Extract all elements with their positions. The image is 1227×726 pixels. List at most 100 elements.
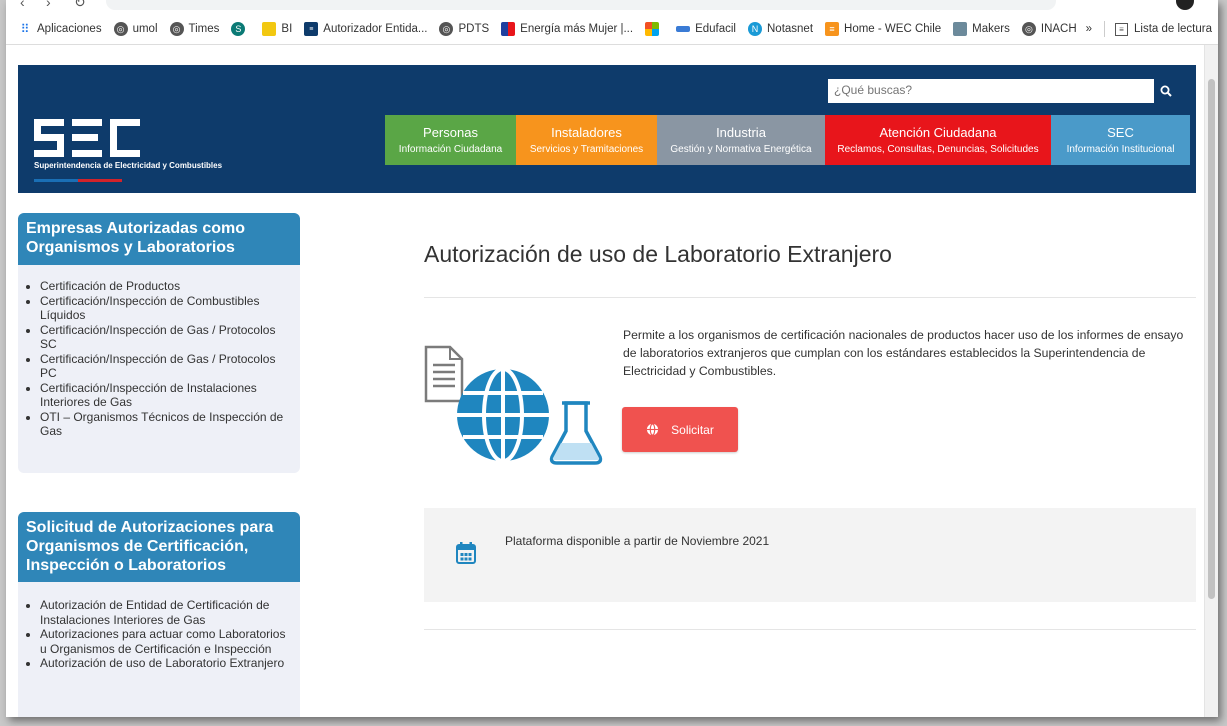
search-box bbox=[828, 79, 1174, 103]
bookmark-makers[interactable]: Makers bbox=[953, 22, 1010, 36]
wec-icon: ≡ bbox=[825, 22, 840, 36]
sidebar-link[interactable]: Autorizaciones para actuar como Laborato… bbox=[40, 627, 292, 656]
nav-title: Atención Ciudadana bbox=[879, 125, 997, 140]
address-bar[interactable] bbox=[106, 0, 1056, 10]
microsoft-icon bbox=[645, 22, 660, 36]
bookmark-label: PDTS bbox=[458, 23, 490, 35]
bookmark-wec[interactable]: ≡ Home - WEC Chile bbox=[825, 22, 941, 36]
globe-icon: ◎ bbox=[169, 22, 184, 36]
sidebar-list: Certificación de Productos Certificación… bbox=[18, 279, 300, 439]
sidebar-title: Empresas Autorizadas como Organismos y L… bbox=[18, 213, 300, 265]
apps-grid-icon: ⠿ bbox=[20, 22, 30, 36]
nav-title: SEC bbox=[1107, 125, 1134, 140]
sidebar-link[interactable]: Certificación/Inspección de Gas / Protoc… bbox=[40, 352, 292, 381]
description-text: Permite a los organismos de certificació… bbox=[623, 328, 1184, 378]
nav-subtitle: Gestión y Normativa Energética bbox=[670, 144, 812, 155]
nav-instaladores[interactable]: Instaladores Servicios y Tramitaciones bbox=[516, 115, 657, 165]
divider bbox=[1104, 21, 1105, 37]
sidebar-link[interactable]: OTI – Organismos Técnicos de Inspección … bbox=[40, 410, 292, 439]
globe-icon bbox=[457, 367, 549, 463]
lab-illustration bbox=[424, 345, 603, 465]
nav-industria[interactable]: Industria Gestión y Normativa Energética bbox=[657, 115, 825, 165]
nav-title: Instaladores bbox=[551, 125, 622, 140]
browser-toolbar: ‹ › ↻ bbox=[6, 0, 1218, 14]
scrollbar-thumb[interactable] bbox=[1208, 79, 1215, 599]
back-icon[interactable]: ‹ bbox=[20, 0, 25, 10]
reading-list-button[interactable]: Lista de lectura bbox=[1134, 23, 1212, 35]
sec-logo-icon: ≡ bbox=[304, 22, 319, 36]
reading-list-icon: ≡ bbox=[1115, 22, 1128, 36]
page-title: Autorización de uso de Laboratorio Extra… bbox=[424, 241, 892, 267]
solicitar-button[interactable]: Solicitar bbox=[622, 407, 738, 452]
sidebar-title: Solicitud de Autorizaciones para Organis… bbox=[18, 512, 300, 582]
divider bbox=[424, 297, 1196, 298]
bookmark-label: Home - WEC Chile bbox=[844, 23, 942, 35]
nav-subtitle: Servicios y Tramitaciones bbox=[529, 144, 644, 155]
reload-icon[interactable]: ↻ bbox=[74, 0, 86, 11]
nav-subtitle: Información Institucional bbox=[1066, 144, 1175, 155]
sidebar-link[interactable]: Certificación/Inspección de Combustibles… bbox=[40, 294, 292, 323]
page-scrollbar[interactable] bbox=[1204, 45, 1218, 717]
search-icon bbox=[1160, 85, 1172, 97]
nav-atencion-ciudadana[interactable]: Atención Ciudadana Reclamos, Consultas, … bbox=[825, 115, 1051, 165]
edufacil-icon bbox=[676, 26, 691, 32]
logo-accent-red bbox=[78, 179, 122, 182]
sidebar-link[interactable]: Certificación/Inspección de Instalacione… bbox=[40, 381, 292, 410]
flask-icon bbox=[549, 401, 603, 465]
more-bookmarks-button[interactable]: » bbox=[1086, 23, 1092, 35]
bookmarks-right: » ≡ Lista de lectura bbox=[1086, 14, 1212, 44]
globe-icon: ◎ bbox=[1021, 22, 1036, 36]
bookmark-edufacil[interactable]: Edufacil bbox=[676, 23, 736, 35]
bookmark-inach[interactable]: ◎ INACH bbox=[1021, 22, 1077, 36]
web-page: Superintendencia de Electricidad y Combu… bbox=[6, 45, 1205, 717]
bookmark-umol[interactable]: ◎ umol bbox=[113, 22, 158, 36]
solicitar-label: Solicitar bbox=[671, 422, 714, 437]
bookmark-microsoft[interactable] bbox=[645, 22, 664, 36]
makers-icon bbox=[953, 22, 968, 36]
sidebar-link[interactable]: Autorización de Entidad de Certificación… bbox=[40, 598, 292, 627]
nav-sec[interactable]: SEC Información Institucional bbox=[1051, 115, 1190, 165]
globe-icon: ◎ bbox=[113, 22, 128, 36]
profile-avatar[interactable] bbox=[1176, 0, 1194, 10]
bookmark-label: Autorizador Entida... bbox=[323, 23, 428, 35]
flag-icon bbox=[501, 22, 516, 36]
nav-subtitle: Reclamos, Consultas, Denuncias, Solicitu… bbox=[837, 144, 1039, 155]
bookmark-energia[interactable]: Energía más Mujer |... bbox=[501, 22, 633, 36]
bookmark-notasnet[interactable]: N Notasnet bbox=[748, 22, 813, 36]
sharepoint-icon: S bbox=[231, 22, 246, 36]
search-input[interactable] bbox=[828, 79, 1160, 101]
globe-icon: ◎ bbox=[439, 22, 454, 36]
forward-icon[interactable]: › bbox=[46, 0, 51, 10]
bookmark-label: Energía más Mujer |... bbox=[520, 23, 634, 35]
document-icon bbox=[424, 345, 464, 403]
bookmark-label: Edufacil bbox=[695, 23, 736, 35]
bookmark-pdts[interactable]: ◎ PDTS bbox=[439, 22, 489, 36]
nav-subtitle: Información Ciudadana bbox=[398, 144, 503, 155]
search-button[interactable] bbox=[1154, 78, 1178, 104]
bookmark-sharepoint[interactable]: S bbox=[231, 22, 250, 36]
calendar-icon bbox=[456, 542, 476, 564]
nav-personas[interactable]: Personas Información Ciudadana bbox=[385, 115, 516, 165]
powerbi-icon bbox=[262, 22, 277, 36]
sec-logo-mark bbox=[34, 119, 140, 157]
divider bbox=[424, 629, 1196, 630]
bookmark-label: Aplicaciones bbox=[37, 23, 102, 35]
logo-accent-blue bbox=[34, 179, 78, 182]
availability-box: Plataforma disponible a partir de Noviem… bbox=[424, 508, 1196, 602]
bookmark-label: Times bbox=[188, 23, 220, 35]
bookmark-label: Makers bbox=[972, 23, 1010, 35]
bookmark-label: BI bbox=[281, 23, 293, 35]
sidebar-link[interactable]: Autorización de uso de Laboratorio Extra… bbox=[40, 656, 292, 671]
sidebar-list: Autorización de Entidad de Certificación… bbox=[18, 598, 300, 671]
bookmark-bi[interactable]: BI bbox=[262, 22, 292, 36]
sidebar-authorization-requests: Solicitud de Autorizaciones para Organis… bbox=[18, 512, 300, 717]
sidebar-authorized-companies: Empresas Autorizadas como Organismos y L… bbox=[18, 213, 300, 473]
bookmark-times[interactable]: ◎ Times bbox=[169, 22, 220, 36]
bookmark-apps[interactable]: ⠿ Aplicaciones bbox=[18, 22, 102, 36]
availability-text: Plataforma disponible a partir de Noviem… bbox=[505, 534, 770, 548]
sidebar-link[interactable]: Certificación/Inspección de Gas / Protoc… bbox=[40, 323, 292, 352]
sidebar-link[interactable]: Certificación de Productos bbox=[40, 279, 292, 294]
bookmark-autorizador[interactable]: ≡ Autorizador Entida... bbox=[304, 22, 427, 36]
sec-logo-subtitle: Superintendencia de Electricidad y Combu… bbox=[34, 161, 223, 170]
nav-title: Personas bbox=[423, 125, 478, 140]
